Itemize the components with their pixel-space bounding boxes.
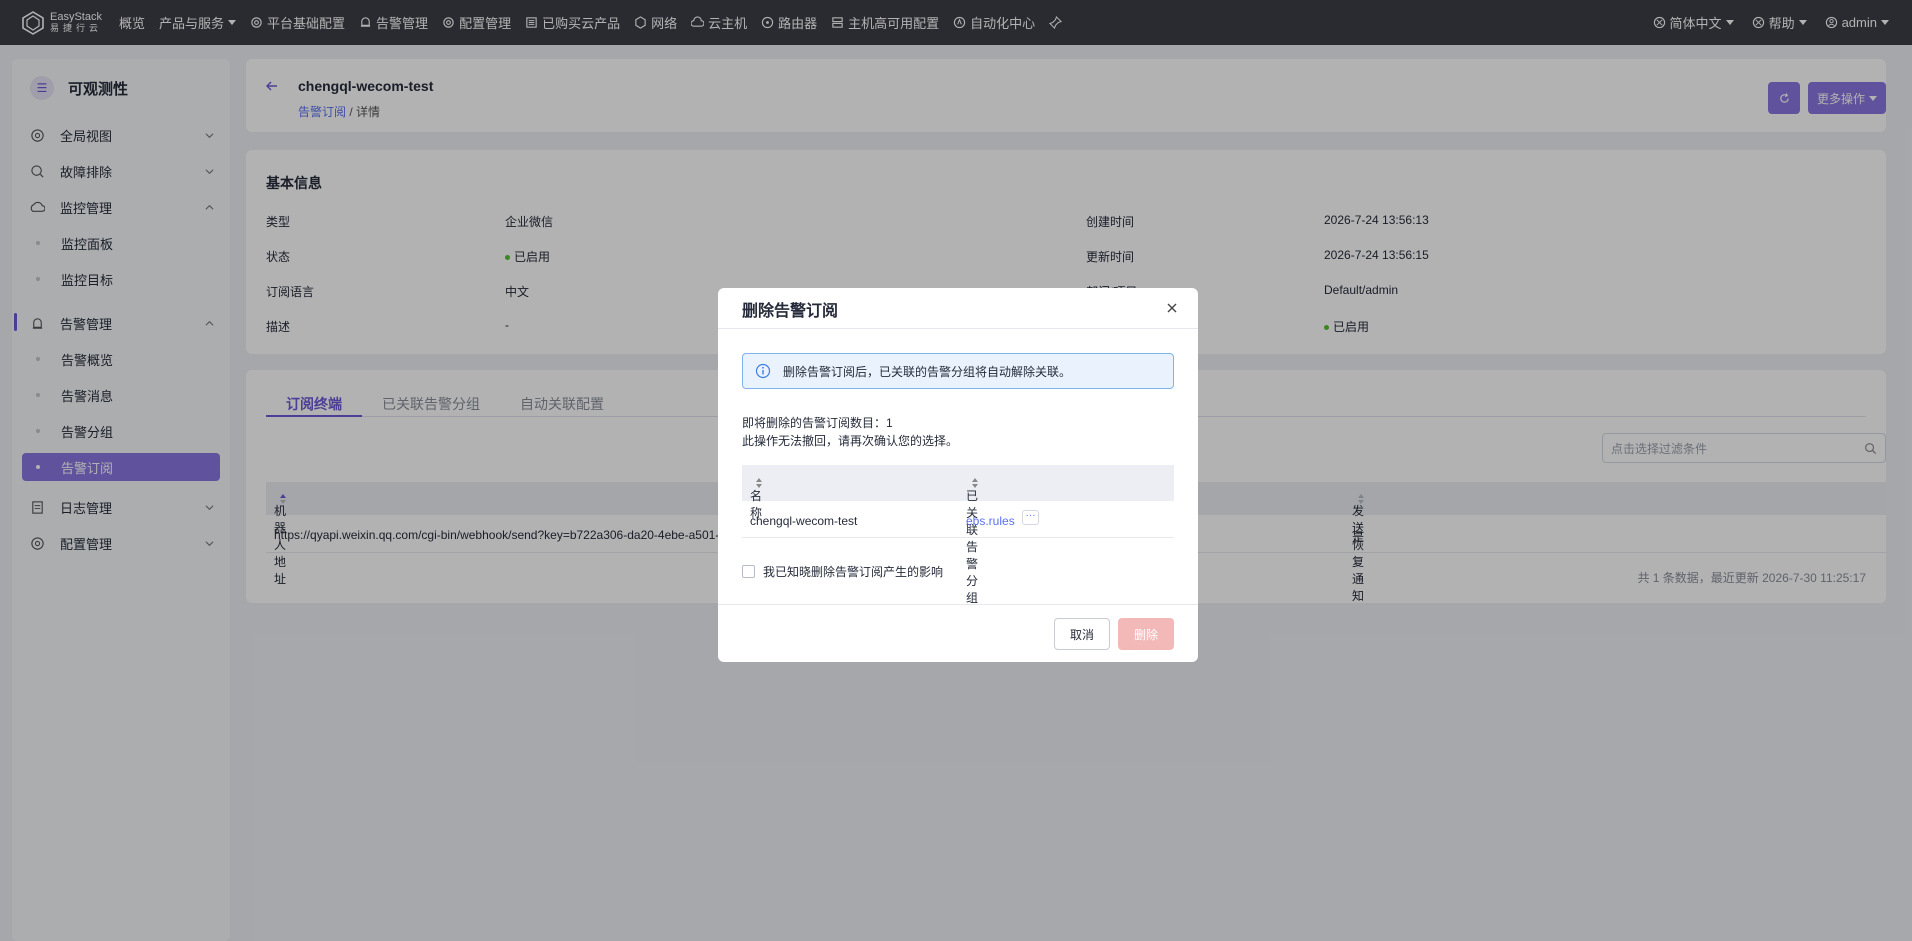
table-row: chengql-wecom-test ebs.rules ···: [742, 501, 1174, 538]
column-header[interactable]: 名称: [750, 476, 762, 520]
info-alert: 删除告警订阅后，已关联的告警分组将自动解除关联。: [742, 353, 1174, 389]
column-header[interactable]: 已关联告警分组: [966, 476, 978, 605]
acknowledge-checkbox[interactable]: [742, 565, 755, 578]
more-groups-button[interactable]: ···: [1022, 510, 1039, 525]
dialog-title: 删除告警订阅: [742, 303, 839, 320]
info-icon: [755, 363, 771, 379]
alert-group-link[interactable]: ebs.rules: [966, 514, 1015, 528]
delete-button[interactable]: 删除: [1118, 618, 1174, 650]
table-header: 名称 已关联告警分组: [742, 465, 1174, 605]
table-cell-name: chengql-wecom-test: [750, 514, 858, 528]
delete-subscription-dialog: 删除告警订阅 删除告警订阅后，已关联的告警分组将自动解除关联。 即将删除的告警订…: [718, 288, 1198, 662]
acknowledge-checkbox-row[interactable]: 我已知晓删除告警订阅产生的影响: [742, 563, 943, 580]
cancel-button[interactable]: 取消: [1054, 618, 1110, 650]
warning-text: 此操作无法撤回，请再次确认您的选择。: [742, 434, 959, 448]
delete-count-text: 即将删除的告警订阅数目：1: [742, 416, 893, 430]
close-icon[interactable]: [1164, 300, 1180, 316]
checkbox-label: 我已知晓删除告警订阅产生的影响: [763, 565, 944, 579]
